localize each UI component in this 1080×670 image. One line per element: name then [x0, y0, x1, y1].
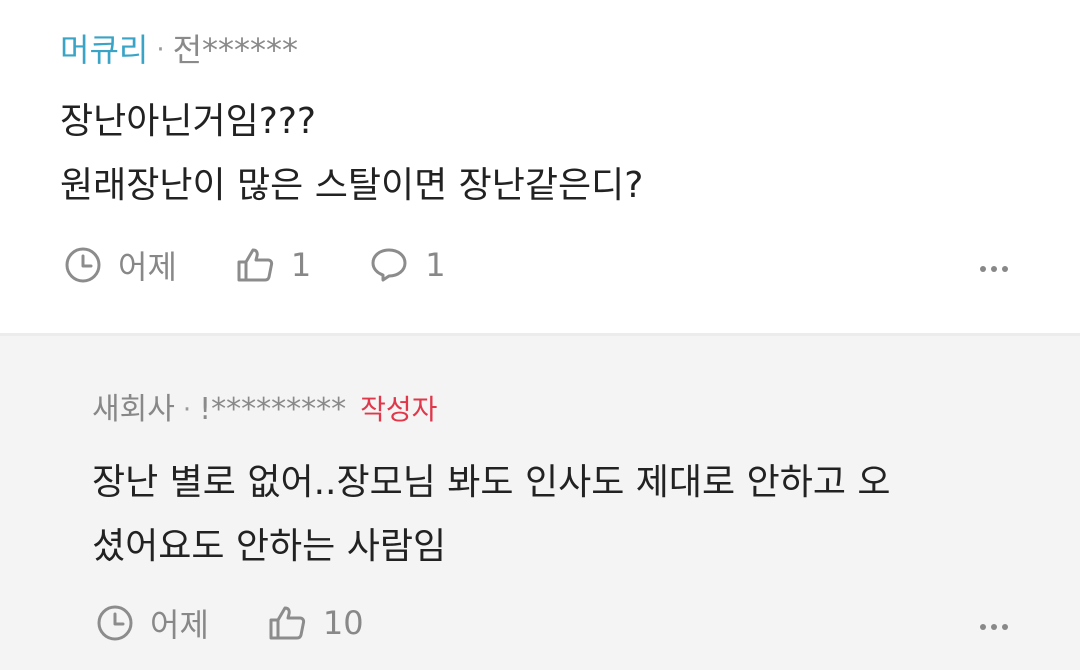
like-count: 10 — [322, 604, 364, 642]
time-label: 어제 — [150, 606, 209, 644]
comment-text: 장난아닌거임??? 원래장난이 많은 스탈이면 장난같은디? — [60, 101, 644, 206]
user-id: !********* — [199, 392, 347, 427]
clock-icon — [64, 246, 102, 284]
comment: 머큐리 · 전****** 장난아닌거임??? 원래장난이 많은 스탈이면 장난… — [0, 0, 1080, 333]
author-badge: 작성자 — [360, 393, 438, 426]
reply-button[interactable]: 1 — [369, 246, 446, 284]
comment-actions: 어제 1 1 — [64, 242, 504, 288]
clock-icon — [96, 604, 134, 642]
more-dots-icon[interactable] — [980, 266, 1008, 272]
timestamp: 어제 — [96, 600, 209, 646]
thumbs-up-icon — [267, 604, 307, 642]
reply-count: 1 — [425, 246, 446, 284]
meta-separator: · — [182, 395, 192, 425]
comment-meta: 머큐리 · 전****** — [60, 30, 298, 70]
author-name[interactable]: 새회사 — [92, 390, 175, 430]
timestamp: 어제 — [64, 242, 177, 288]
like-button[interactable]: 10 — [267, 604, 364, 642]
comment-text: 장난 별로 없어..장모님 봐도 인사도 제대로 안하고 오 셨어요도 안하는 … — [92, 462, 891, 567]
meta-separator: · — [156, 35, 165, 65]
like-button[interactable]: 1 — [235, 246, 311, 284]
time-label: 어제 — [118, 248, 177, 286]
thumbs-up-icon — [235, 246, 275, 284]
user-id: 전****** — [172, 31, 299, 69]
speech-bubble-icon — [369, 246, 409, 284]
comment-actions: 어제 10 — [96, 600, 422, 646]
more-dots-icon[interactable] — [980, 624, 1008, 630]
comment-meta: 새회사 · !********* 작성자 — [92, 390, 437, 430]
author-name[interactable]: 머큐리 — [60, 30, 148, 70]
reply-comment: 새회사 · !********* 작성자 장난 별로 없어..장모님 봐도 인사… — [0, 336, 1080, 670]
like-count: 1 — [290, 246, 312, 284]
